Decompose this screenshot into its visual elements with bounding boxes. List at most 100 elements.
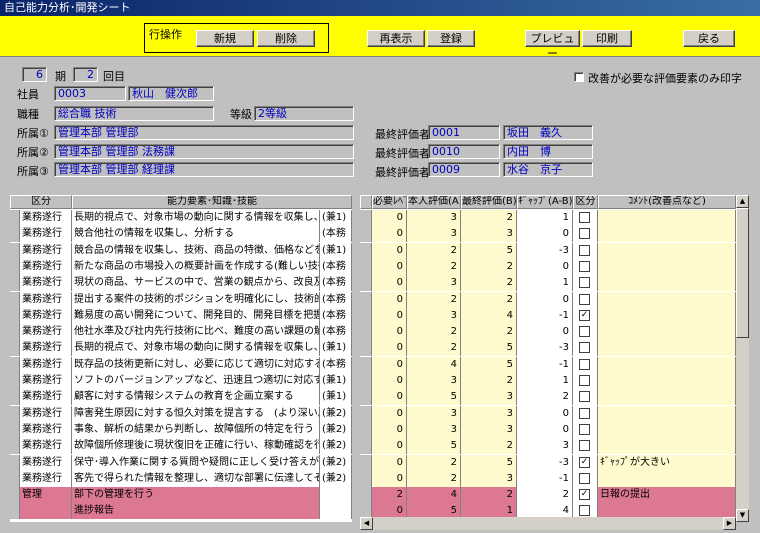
flag-cell[interactable] [573, 226, 598, 243]
comment-cell[interactable] [598, 210, 736, 226]
required-level-cell[interactable]: 0 [372, 291, 407, 308]
final-eval-cell[interactable]: 3 [461, 389, 517, 406]
improve-checkbox[interactable] [579, 423, 590, 435]
improve-checkbox[interactable] [579, 293, 590, 305]
improve-checkbox[interactable] [579, 277, 590, 289]
required-level-cell[interactable]: 0 [372, 438, 407, 455]
category-cell[interactable]: 業務遂行 [20, 242, 72, 259]
self-eval-cell[interactable]: 3 [407, 210, 461, 226]
skill-cell[interactable]: 競合他社の情報を収集し、分析する [72, 226, 320, 243]
improve-checkbox[interactable]: ✓ [579, 489, 590, 501]
new-button[interactable]: 新規 [196, 30, 254, 47]
final-eval-cell[interactable]: 5 [461, 454, 517, 471]
comment-cell[interactable] [598, 373, 736, 389]
scroll-up-icon[interactable]: ▲ [736, 195, 749, 208]
flag-cell[interactable] [573, 324, 598, 341]
required-level-cell[interactable]: 0 [372, 258, 407, 275]
round-field[interactable]: 2 [73, 67, 98, 82]
category-cell[interactable]: 業務遂行 [20, 291, 72, 308]
required-level-cell[interactable]: 0 [372, 210, 407, 226]
category-cell[interactable]: 業務遂行 [20, 454, 72, 471]
category-cell[interactable]: 業務遂行 [20, 405, 72, 422]
comment-cell[interactable] [598, 470, 736, 487]
skill-row[interactable]: 業務遂行 現状の商品、サービスの中で、営業の観点から、改良及び廃棄 (本務 [10, 275, 352, 292]
skill-cell[interactable]: 競合品の情報を収集し、技術、商品の特徴、価格などを正確に [72, 242, 320, 259]
evaluation-row[interactable]: 0 3 4 -1 ✓ [360, 307, 736, 324]
flag-cell[interactable] [573, 373, 598, 389]
comment-cell[interactable] [598, 307, 736, 324]
improve-checkbox[interactable] [579, 260, 590, 272]
flag-cell[interactable] [573, 421, 598, 438]
evaluation-row[interactable]: 0 2 2 0 [360, 258, 736, 275]
improve-checkbox[interactable] [579, 391, 590, 403]
category-cell[interactable]: 管理 [20, 487, 72, 504]
evaluation-row[interactable]: 0 2 3 -1 [360, 470, 736, 487]
skill-row[interactable]: 業務遂行 難易度の高い開発について、開発目的、開発目標を把握し、仕 (本務 [10, 307, 352, 324]
evaluation-row[interactable]: 0 3 2 1 [360, 275, 736, 292]
category-cell[interactable]: 業務遂行 [20, 438, 72, 455]
improve-checkbox[interactable] [579, 505, 590, 517]
required-level-cell[interactable]: 0 [372, 307, 407, 324]
employee-code-field[interactable]: 0003 [54, 86, 126, 101]
required-level-cell[interactable]: 0 [372, 421, 407, 438]
comment-cell[interactable]: 日報の提出 [598, 487, 736, 504]
comment-cell[interactable] [598, 340, 736, 357]
improve-checkbox[interactable] [579, 375, 590, 386]
skill-row[interactable]: 業務遂行 提出する案件の技術的ポジションを明確化にし、技術的広がりが (本務 [10, 291, 352, 308]
self-eval-cell[interactable]: 3 [407, 275, 461, 292]
evaluation-row[interactable]: 0 3 3 0 [360, 405, 736, 422]
improve-checkbox[interactable] [579, 326, 590, 338]
category-cell[interactable]: 業務遂行 [20, 210, 72, 226]
final-eval-cell[interactable]: 3 [461, 421, 517, 438]
final-eval-cell[interactable]: 2 [461, 373, 517, 389]
required-level-cell[interactable]: 0 [372, 324, 407, 341]
flag-cell[interactable] [573, 242, 598, 259]
skill-row[interactable]: 業務遂行 保守･導入作業に関する質問や疑問に正しく受け答えができる (兼2) [10, 454, 352, 471]
improve-checkbox[interactable] [579, 440, 590, 452]
skill-cell[interactable]: ソフトのバージョンアップなど、迅速且つ適切に対応する [72, 373, 320, 389]
final-eval-cell[interactable]: 2 [461, 291, 517, 308]
final-eval-cell[interactable]: 5 [461, 340, 517, 357]
skill-row[interactable]: 管理 部下の管理を行う [10, 487, 352, 504]
flag-cell[interactable] [573, 356, 598, 373]
final-eval-cell[interactable]: 2 [461, 324, 517, 341]
evaluation-row[interactable]: 0 5 2 3 [360, 438, 736, 455]
skill-cell[interactable]: 新たな商品の市場投入の概要計画を作成する(難しい技術を [72, 258, 320, 275]
skill-row[interactable]: 業務遂行 長期的視点で、対象市場の動向に関する情報を収集し、分析 (兼1) [10, 210, 352, 226]
print-button[interactable]: 印刷 [582, 30, 632, 47]
flag-cell[interactable] [573, 275, 598, 292]
evaluation-row[interactable]: 0 5 3 2 [360, 389, 736, 406]
skill-cell[interactable]: 難易度の高い開発について、開発目的、開発目標を把握し、仕 [72, 307, 320, 324]
comment-cell[interactable] [598, 226, 736, 243]
required-level-cell[interactable]: 0 [372, 275, 407, 292]
scroll-thumb[interactable] [736, 208, 749, 338]
skill-row[interactable]: 業務遂行 客先で得られた情報を整理し、適切な部署に伝達してその後の (兼2) [10, 470, 352, 487]
improve-checkbox[interactable] [579, 407, 590, 419]
required-level-cell[interactable]: 2 [372, 487, 407, 504]
skill-cell[interactable]: 保守･導入作業に関する質問や疑問に正しく受け答えができる [72, 454, 320, 471]
skill-cell[interactable]: 長期的視点で、対象市場の動向に関する情報を収集し、分析 [72, 210, 320, 226]
scroll-left-icon[interactable]: ◀ [360, 517, 373, 530]
evaluator2-code-field[interactable]: 0010 [428, 144, 500, 159]
flag-cell[interactable]: ✓ [573, 487, 598, 504]
improve-checkbox[interactable] [579, 472, 590, 484]
category-cell[interactable]: 業務遂行 [20, 226, 72, 243]
category-cell[interactable]: 業務遂行 [20, 389, 72, 406]
skill-row[interactable]: 業務遂行 新たな商品の市場投入の概要計画を作成する(難しい技術を (本務 [10, 258, 352, 275]
self-eval-cell[interactable]: 2 [407, 470, 461, 487]
skill-cell[interactable]: 故障個所修理後に現状復旧を正確に行い、稼動確認を行う [72, 438, 320, 455]
flag-cell[interactable] [573, 291, 598, 308]
grid-vertical-scrollbar[interactable]: ▲ ▼ [736, 195, 749, 522]
self-eval-cell[interactable]: 2 [407, 454, 461, 471]
flag-cell[interactable] [573, 438, 598, 455]
evaluation-row[interactable]: 0 3 2 1 [360, 210, 736, 226]
comment-cell[interactable]: ｷﾞｬｯﾌﾟが大きい [598, 454, 736, 471]
skill-row[interactable]: 業務遂行 長期的視点で、対象市場の動向に関する情報を収集し、分析 (兼1) [10, 340, 352, 357]
improve-checkbox[interactable]: ✓ [579, 456, 590, 468]
self-eval-cell[interactable]: 2 [407, 340, 461, 357]
evaluation-row[interactable]: 0 3 3 0 [360, 226, 736, 243]
skill-row[interactable]: 業務遂行 顧客に対する情報システムの教育を企画立案する (兼1) [10, 389, 352, 406]
skill-cell[interactable]: 顧客に対する情報システムの教育を企画立案する [72, 389, 320, 406]
final-eval-cell[interactable]: 2 [461, 438, 517, 455]
skill-row[interactable]: 業務遂行 事象、解析の結果から判断し、故障個所の特定を行う (兼2) [10, 421, 352, 438]
